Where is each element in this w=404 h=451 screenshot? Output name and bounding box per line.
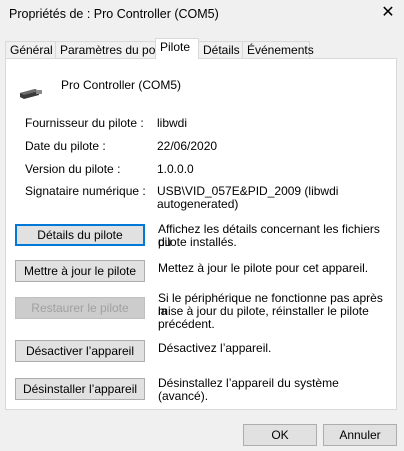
rollback-driver-button[interactable]: Restaurer le pilote (15, 297, 145, 319)
window-title: Propriétés de : Pro Controller (COM5) (9, 7, 219, 21)
tab-events[interactable]: Événements (242, 41, 314, 58)
version-value: 1.0.0.0 (157, 162, 194, 176)
disable-device-desc: Désactivez l’appareil. (158, 341, 272, 355)
disable-device-button[interactable]: Désactiver l’appareil (15, 340, 145, 362)
tab-port-settings[interactable]: Paramètres du port (55, 41, 163, 58)
signer-value-line1: USB\VID_057E&PID_2009 (libwdi (157, 184, 339, 198)
provider-value: libwdi (157, 116, 188, 130)
rollback-driver-desc-line3: précédent. (158, 317, 215, 331)
close-icon[interactable]: ✕ (380, 5, 396, 21)
date-label: Date du pilote : (25, 139, 106, 153)
uninstall-device-button[interactable]: Désinstaller l’appareil (15, 378, 145, 400)
tab-general[interactable]: Général (5, 41, 56, 58)
version-label: Version du pilote : (25, 162, 121, 176)
update-driver-desc: Mettez à jour le pilote pour cet apparei… (158, 261, 369, 275)
device-name: Pro Controller (COM5) (61, 78, 182, 92)
uninstall-device-desc: Désinstallez l’appareil du système (avan… (158, 376, 339, 403)
tab-details[interactable]: Détails (198, 41, 243, 58)
driver-details-desc-line2: pilote installés. (158, 235, 237, 249)
date-value: 22/06/2020 (157, 139, 218, 153)
signer-value-line2: autogenerated) (157, 197, 239, 211)
cancel-button[interactable]: Annuler (323, 424, 397, 446)
provider-label: Fournisseur du pilote : (25, 116, 144, 130)
signer-label: Signataire numérique : (25, 184, 146, 198)
update-driver-button[interactable]: Mettre à jour le pilote (15, 260, 145, 282)
tab-driver[interactable]: Pilote (155, 38, 199, 59)
serial-port-icon (17, 82, 43, 102)
driver-details-button[interactable]: Détails du pilote (15, 224, 145, 246)
ok-button[interactable]: OK (243, 424, 317, 446)
